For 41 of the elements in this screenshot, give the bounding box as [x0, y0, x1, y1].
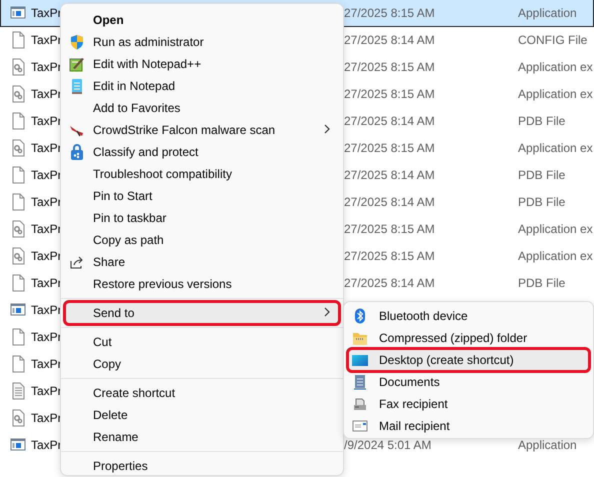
date-modified: 27/2025 8:15 AM — [344, 221, 435, 238]
file-type: PDB File — [518, 167, 566, 184]
date-modified: 27/2025 8:14 AM — [344, 32, 435, 49]
file-type: Application ex — [518, 59, 593, 76]
date-modified: 27/2025 8:14 AM — [344, 275, 435, 292]
file-name: TaxPr — [31, 302, 62, 319]
file-type: Application ex — [518, 140, 593, 157]
file-type: Application ex — [518, 221, 593, 238]
file-name: TaxPr — [31, 248, 62, 265]
file-name: TaxPr — [31, 410, 62, 427]
file-name: TaxPr — [31, 356, 62, 373]
file-name: TaxPr — [31, 329, 62, 346]
file-name: TaxPr — [31, 86, 62, 103]
date-modified: /9/2024 5:01 AM — [344, 437, 432, 454]
date-modified: 27/2025 8:15 AM — [344, 140, 435, 157]
file-type: Application — [518, 437, 577, 454]
file-name: TaxPr — [31, 32, 62, 49]
file-name: TaxPr — [31, 437, 62, 454]
file-name: TaxPr — [31, 59, 62, 76]
file-name: TaxPr — [31, 5, 62, 22]
file-name: TaxPr — [31, 221, 62, 238]
file-name: TaxPr — [31, 383, 62, 400]
date-modified: 27/2025 8:14 AM — [344, 167, 435, 184]
date-modified: 27/2025 8:15 AM — [344, 59, 435, 76]
file-type: PDB File — [518, 194, 566, 211]
file-type: Application — [518, 5, 577, 22]
date-modified: 27/2025 8:15 AM — [344, 248, 435, 265]
date-modified: 27/2025 8:15 AM — [344, 86, 435, 103]
file-type: CONFIG File — [518, 32, 588, 49]
file-name: TaxPr — [31, 167, 62, 184]
file-name: TaxPr — [31, 275, 62, 292]
file-name: TaxPr — [31, 113, 62, 130]
file-type: Application ex — [518, 248, 593, 265]
file-type: PDB File — [518, 275, 566, 292]
file-type: Application ex — [518, 86, 593, 103]
date-modified: 27/2025 8:14 AM — [344, 194, 435, 211]
file-name: TaxPr — [31, 140, 62, 157]
file-name: TaxPr — [31, 194, 62, 211]
date-modified: 27/2025 8:15 AM — [344, 5, 435, 22]
date-modified: 27/2025 8:14 AM — [344, 113, 435, 130]
file-type: PDB File — [518, 113, 566, 130]
